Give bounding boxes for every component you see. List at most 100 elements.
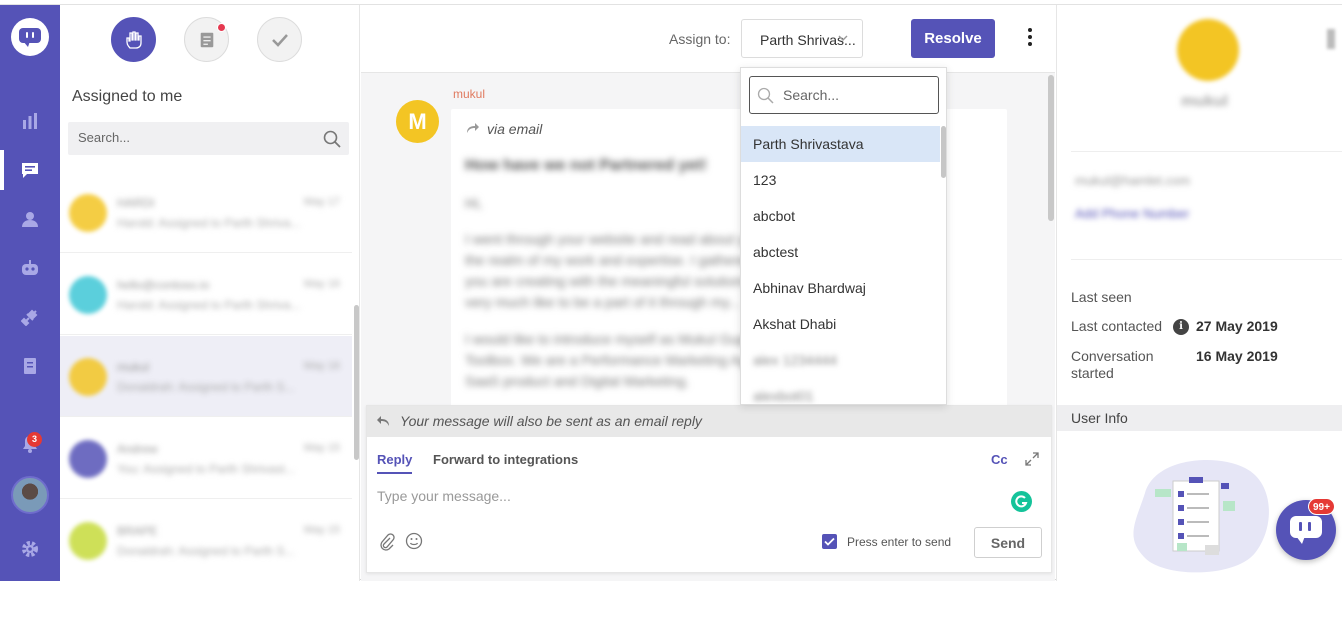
last-contacted-label: Last contacted	[1071, 318, 1163, 334]
conversation-started-label: Conversation	[1071, 348, 1154, 364]
search-icon[interactable]	[323, 130, 341, 148]
filter-resolved-button[interactable]	[257, 17, 302, 62]
left-rail: 3	[0, 5, 60, 581]
notes-icon	[200, 32, 214, 48]
contact-name: HARDI	[117, 196, 155, 210]
user-info-section[interactable]: User Info	[1057, 405, 1342, 431]
rail-bot[interactable]	[0, 248, 60, 288]
filter-notes-button[interactable]	[184, 17, 229, 62]
conversation-item[interactable]: hello@contoso.io May 16 Harold: Assigned…	[60, 254, 352, 335]
add-phone-link[interactable]: Add Phone Number	[1075, 206, 1189, 221]
rail-contacts[interactable]	[0, 199, 60, 239]
tab-reply[interactable]: Reply	[377, 452, 413, 474]
contact-details-panel: mukul mukul@hamlet.com Add Phone Number …	[1056, 5, 1342, 581]
notification-count-badge: 3	[27, 432, 42, 447]
rail-settings[interactable]	[0, 529, 60, 569]
rail-reports[interactable]	[0, 101, 60, 141]
rail-knowledge-base[interactable]	[0, 346, 60, 386]
info-icon[interactable]: i	[1173, 319, 1189, 335]
expand-icon[interactable]	[1025, 452, 1039, 466]
app-window: 3 Assigned to me HARDI May 17 Harold: As…	[0, 4, 1342, 581]
conversation-started-label-2: started	[1071, 365, 1114, 381]
conversation-header: Assign to: Parth Shrivas... Resolve	[361, 5, 1055, 73]
settings-icon	[22, 541, 38, 557]
knowledge-base-icon	[24, 358, 36, 374]
press-enter-checkbox[interactable]	[822, 534, 837, 549]
assignee-search[interactable]	[749, 76, 939, 114]
forward-icon	[467, 123, 479, 133]
reports-icon	[23, 113, 37, 129]
assignee-select[interactable]: Parth Shrivas...	[741, 19, 863, 58]
assignee-option[interactable]: abctest	[741, 234, 940, 270]
contact-avatar	[69, 194, 107, 232]
assignee-search-input[interactable]	[783, 87, 933, 103]
contacts-icon	[22, 212, 38, 227]
conversation-search[interactable]	[68, 122, 349, 155]
reply-composer: Your message will also be sent as an ema…	[366, 405, 1052, 573]
assignee-option[interactable]: abcbot	[741, 198, 940, 234]
attachment-icon[interactable]	[379, 533, 395, 551]
assignee-dropdown: Parth Shrivastava 123 abcbot abctest Abh…	[740, 67, 947, 405]
divider	[1071, 151, 1342, 152]
assignee-option[interactable]: alex 1234444	[741, 342, 940, 378]
resolve-button[interactable]: Resolve	[911, 19, 995, 58]
rail-conversations[interactable]	[0, 150, 60, 190]
emoji-icon[interactable]	[405, 532, 423, 550]
conversations-icon	[22, 163, 38, 178]
chevron-down-icon	[838, 35, 848, 41]
dropdown-scrollbar[interactable]	[941, 126, 946, 178]
tab-forward-integrations[interactable]: Forward to integrations	[433, 452, 578, 467]
user-avatar[interactable]	[11, 476, 49, 514]
message-subject: How have we not Partnered yet!	[465, 157, 707, 174]
cc-button[interactable]: Cc	[991, 452, 1008, 467]
message-line: very much like to be a part of it throug…	[465, 294, 741, 310]
assignee-option[interactable]: 123	[741, 162, 940, 198]
assignee-option[interactable]: Abhinav Bhardwaj	[741, 270, 940, 306]
conversation-preview: Donaldrah: Assigned to Parth S...	[117, 380, 295, 394]
contact-avatar	[69, 440, 107, 478]
assignee-option-selected[interactable]: Parth Shrivastava	[741, 126, 940, 162]
unread-dot	[217, 23, 226, 32]
integrations-icon	[21, 309, 38, 326]
more-options-icon[interactable]	[1023, 28, 1037, 50]
last-contacted-value: 27 May 2019	[1196, 318, 1278, 334]
contact-name: hello@contoso.io	[117, 278, 210, 292]
conversation-preview: You: Assigned to Parth Shrivast...	[117, 462, 295, 476]
conversation-item[interactable]: Andrew May 15 You: Assigned to Parth Shr…	[60, 418, 352, 499]
rail-integrations[interactable]	[0, 297, 60, 337]
grammarly-icon[interactable]	[1011, 491, 1032, 512]
conversation-item[interactable]: BRAPE May 15 Donaldrah: Assigned to Part…	[60, 500, 352, 581]
contact-name: Andrew	[117, 442, 158, 456]
conversation-item[interactable]: HARDI May 17 Harold: Assigned to Parth S…	[60, 172, 352, 253]
divider	[1071, 259, 1342, 260]
contact-name: mukul	[1181, 93, 1229, 110]
conversation-item-selected[interactable]: mukul May 16 Donaldrah: Assigned to Part…	[60, 336, 352, 417]
message-line: Hi,	[465, 195, 483, 211]
conversation-time: May 15	[303, 442, 340, 454]
conversation-list-panel: Assigned to me HARDI May 17 Harold: Assi…	[60, 5, 360, 581]
list-scrollbar[interactable]	[354, 305, 359, 460]
app-logo-icon[interactable]	[11, 18, 49, 56]
conversation-preview: Harold: Assigned to Parth Shriva...	[117, 216, 301, 230]
reply-icon	[377, 416, 389, 426]
assignee-option[interactable]: alexbot01	[741, 378, 940, 404]
filter-assigned-button[interactable]	[111, 17, 156, 62]
conversation-search-input[interactable]	[78, 130, 308, 145]
assignee-option[interactable]: Akshat Dhabi	[741, 306, 940, 342]
contact-name: mukul	[117, 360, 150, 374]
contact-avatar	[69, 358, 107, 396]
send-button[interactable]: Send	[974, 527, 1042, 558]
messages-scrollbar[interactable]	[1048, 75, 1054, 221]
conversation-preview: Donaldrah: Assigned to Parth S...	[117, 544, 295, 558]
conversation-panel: Assign to: Parth Shrivas... Resolve M mu…	[361, 5, 1055, 581]
check-icon	[272, 34, 288, 47]
conversation-preview: Harold: Assigned to Parth Shriva...	[117, 298, 301, 312]
contact-avatar-large	[1177, 19, 1239, 81]
conversation-time: May 17	[303, 196, 340, 208]
contact-avatar	[69, 522, 107, 560]
message-input[interactable]	[377, 488, 997, 510]
email-reply-note: Your message will also be sent as an ema…	[367, 406, 1051, 437]
hand-icon	[126, 31, 142, 49]
conversation-started-value: 16 May 2019	[1196, 348, 1278, 364]
edit-contact-icon[interactable]	[1327, 29, 1335, 49]
